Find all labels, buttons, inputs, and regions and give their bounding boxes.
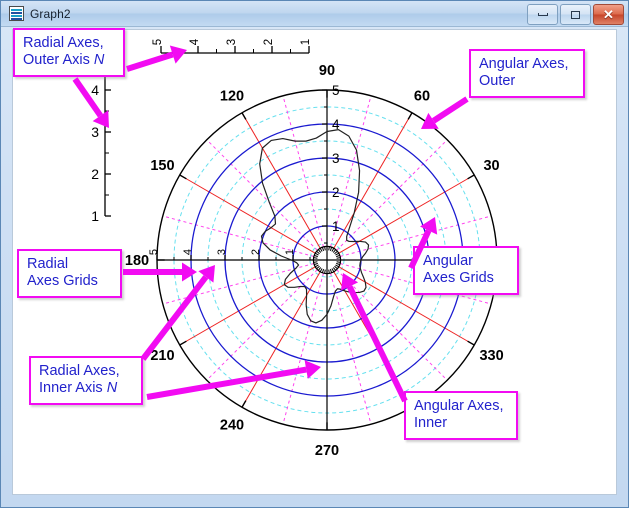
minimize-icon (538, 13, 548, 16)
angular-grid-major (334, 113, 412, 248)
radial-axis-outer-n-tick-label: 5 (152, 39, 164, 45)
angular-grid-minor (331, 273, 371, 424)
radial-axis-inner-tick-label: 5 (332, 83, 340, 98)
angular-axis-outer-tick (242, 401, 246, 408)
close-button[interactable]: ✕ (593, 4, 624, 25)
angular-axis-tick-label: 120 (220, 88, 244, 104)
minimize-button[interactable] (527, 4, 558, 25)
window-controls: ✕ (527, 4, 624, 25)
angular-axis-inner-tick (337, 258, 341, 259)
angular-axis-tick-label: 30 (483, 158, 499, 174)
radial-axis-inner-tick-label: 2 (332, 185, 340, 200)
radial-axis-left-tick-label: 4 (91, 82, 99, 98)
angular-grid-major (180, 267, 315, 345)
angular-axis-outer-tick (180, 175, 187, 179)
radial-axis-left-tick-label: 3 (91, 124, 99, 140)
title-bar: Graph2 ✕ (1, 1, 628, 27)
angular-axis-inner-tick (325, 270, 326, 274)
angular-axis-outer-tick (408, 113, 412, 120)
angular-axis-outer-tick (468, 341, 475, 345)
angular-axis-inner-tick (329, 247, 330, 251)
angular-axis-tick-label: 60 (414, 88, 430, 104)
angular-axis-inner-tick (314, 258, 318, 259)
angular-grid-minor (163, 264, 314, 304)
angular-grid-major (180, 175, 315, 253)
angular-grid-major (334, 272, 412, 407)
radial-axis-inner-tick-label: 3 (216, 249, 228, 255)
radial-axis-outer-n-tick-label: 3 (226, 39, 238, 45)
angular-axis-tick-label: 180 (125, 253, 149, 269)
radial-axis-outer-n-tick-label: 1 (300, 39, 312, 45)
angular-axis-inner-tick (337, 262, 341, 263)
callout-radial-axes-grids: Radial Axes Grids (17, 249, 122, 298)
radial-axis-outer-n-tick-label: 2 (263, 39, 275, 45)
angular-axis-tick-label: 210 (150, 348, 174, 364)
maximize-icon (571, 11, 580, 19)
maximize-button[interactable] (560, 4, 591, 25)
window-title: Graph2 (30, 7, 71, 21)
angular-grid-major (242, 113, 320, 248)
close-icon: ✕ (603, 8, 614, 21)
radial-axis-inner-tick-label: 1 (332, 219, 340, 234)
angular-axis-outer-tick (242, 113, 246, 120)
radial-axis-inner-tick-label: 4 (182, 249, 194, 255)
angular-grid-major (242, 272, 320, 407)
graph-window: Graph2 ✕ 1 2 3 4 5 5 4 3 2 1 30 60 90 120 150 180 210 240… (0, 0, 629, 508)
angular-axis-tick-label: 150 (150, 158, 174, 174)
angular-axis-inner-tick (314, 262, 318, 263)
radial-axis-inner-tick-label: 5 (148, 249, 160, 255)
radial-axis-left-tick-label: 2 (91, 166, 99, 182)
angular-grid-minor (283, 273, 323, 424)
radial-axis-inner-tick-label: 3 (332, 151, 340, 166)
angular-axis-tick-label: 90 (319, 63, 335, 79)
radial-axis-inner-tick-label: 2 (250, 249, 262, 255)
callout-radial-axes-outer-axis-n: Radial Axes,Outer Axis N (13, 28, 125, 77)
callout-angular-axes-inner: Angular Axes, Inner (404, 391, 518, 440)
angular-axis-outer-tick (468, 175, 475, 179)
radial-axis-inner-tick-label: 1 (284, 249, 296, 255)
angular-axis-tick-label: 240 (220, 418, 244, 434)
callout-angular-axes-grids: Angular Axes Grids (413, 246, 519, 295)
callout-radial-axes-inner-axis-n: Radial Axes,Inner Axis N (29, 356, 143, 405)
callout-angular-axes-outer: Angular Axes, Outer (469, 49, 585, 98)
radial-axis-left-tick-label: 1 (91, 208, 99, 224)
angular-grid-minor (207, 140, 318, 251)
graph-window-icon (9, 6, 24, 21)
angular-axis-tick-label: 270 (315, 443, 339, 459)
angular-axis-inner-tick (329, 270, 330, 274)
angular-axis-tick-label: 330 (479, 348, 503, 364)
angular-axis-outer-tick (180, 341, 187, 345)
angular-axis-inner-tick (325, 247, 326, 251)
angular-grid-minor (283, 96, 323, 247)
angular-grid-minor (337, 140, 448, 251)
radial-axis-outer-n-tick-label: 4 (189, 38, 201, 45)
